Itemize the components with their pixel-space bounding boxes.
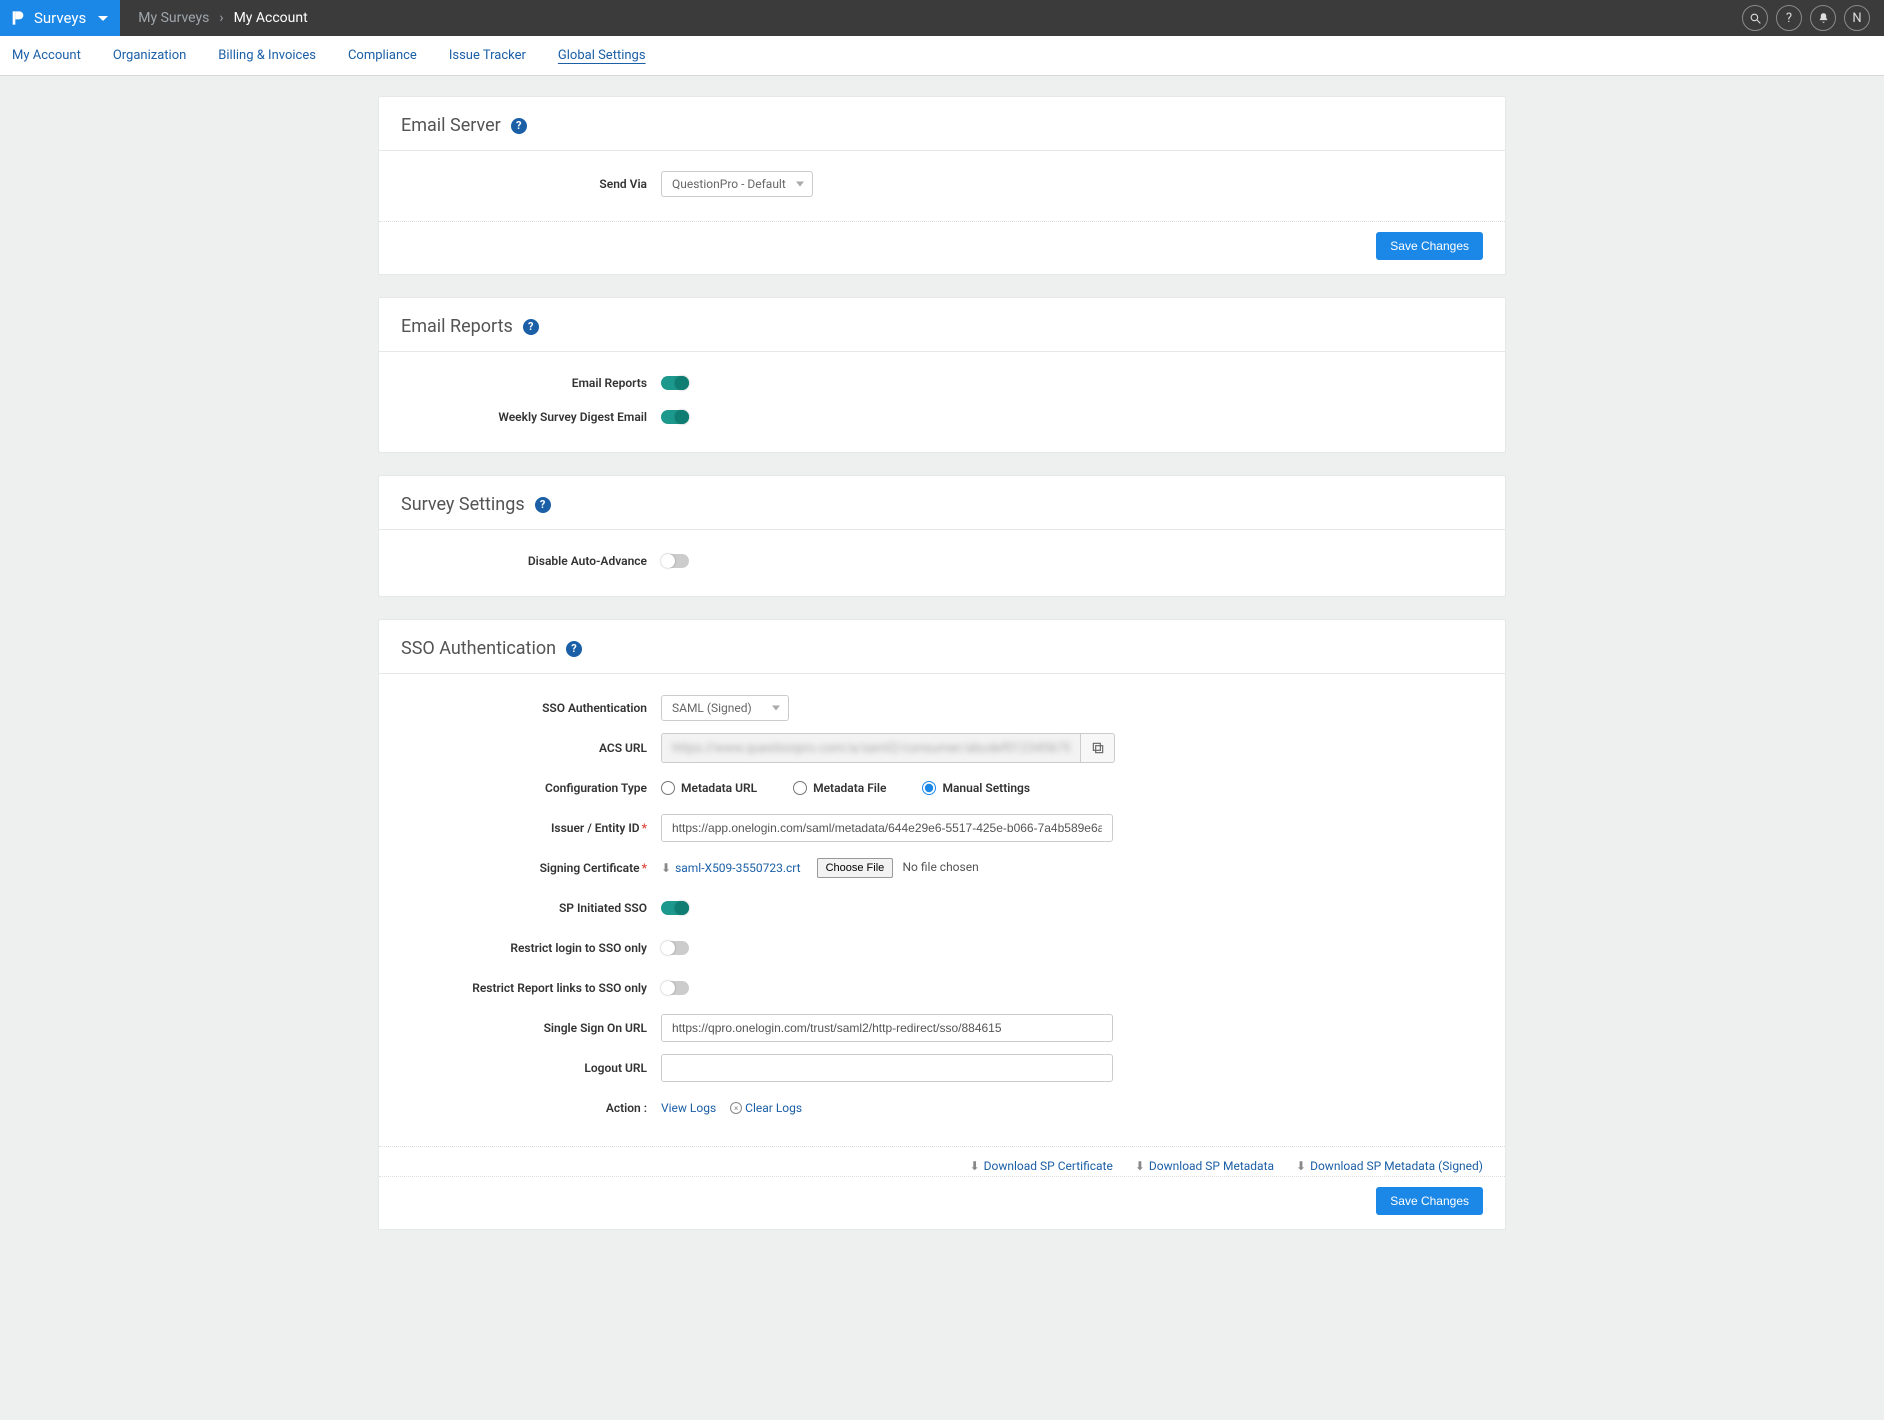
help-button[interactable]: ? (1776, 5, 1802, 31)
email-reports-title: Email Reports (401, 316, 513, 337)
issuer-label: Issuer / Entity ID* (401, 821, 661, 835)
subnav-billing[interactable]: Billing & Invoices (216, 38, 318, 73)
help-icon[interactable]: ? (535, 497, 551, 513)
sso-title: SSO Authentication (401, 638, 556, 659)
config-manual[interactable]: Manual Settings (922, 781, 1030, 795)
email-reports-label: Email Reports (401, 376, 661, 390)
download-sp-metadata[interactable]: ⬇Download SP Metadata (1135, 1159, 1274, 1174)
help-icon[interactable]: ? (566, 641, 582, 657)
brand-dropdown[interactable]: Surveys (0, 0, 120, 36)
survey-settings-panel: Survey Settings ? Disable Auto-Advance (378, 475, 1506, 597)
survey-settings-title: Survey Settings (401, 494, 525, 515)
action-label: Action : (401, 1101, 661, 1115)
clear-icon: × (730, 1102, 742, 1114)
download-icon: ⬇ (970, 1159, 980, 1173)
logout-url-input[interactable] (661, 1054, 1113, 1082)
sp-initiated-toggle[interactable] (661, 901, 689, 915)
topbar: Surveys My Surveys › My Account ? N (0, 0, 1884, 36)
email-server-save-button[interactable]: Save Changes (1376, 232, 1483, 260)
email-server-title: Email Server (401, 115, 501, 136)
restrict-login-label: Restrict login to SSO only (401, 941, 661, 955)
config-metadata-url[interactable]: Metadata URL (661, 781, 757, 795)
sp-initiated-label: SP Initiated SSO (401, 901, 661, 915)
cert-file-link[interactable]: saml-X509-3550723.crt (675, 861, 801, 875)
acs-url-field: https://www.questionpro.com/a/saml2/cons… (661, 733, 1081, 763)
download-icon: ⬇ (661, 861, 671, 875)
disable-auto-advance-label: Disable Auto-Advance (401, 554, 661, 568)
clear-logs-link[interactable]: Clear Logs (745, 1101, 802, 1115)
restrict-login-toggle[interactable] (661, 941, 689, 955)
download-icon: ⬇ (1135, 1159, 1145, 1173)
config-type-label: Configuration Type (401, 781, 661, 795)
logout-url-label: Logout URL (401, 1061, 661, 1075)
breadcrumb-link[interactable]: My Surveys (138, 10, 209, 26)
sso-auth-label: SSO Authentication (401, 701, 661, 715)
breadcrumb-sep-icon: › (219, 10, 223, 26)
subnav-global-settings[interactable]: Global Settings (556, 38, 648, 73)
topbar-right: ? N (1742, 5, 1884, 31)
avatar-button[interactable]: N (1844, 5, 1870, 31)
email-reports-panel: Email Reports ? Email Reports Weekly Sur… (378, 297, 1506, 453)
email-server-panel: Email Server ? Send Via QuestionPro - De… (378, 96, 1506, 275)
subnav-issue-tracker[interactable]: Issue Tracker (447, 38, 528, 73)
cert-download[interactable]: ⬇ saml-X509-3550723.crt (661, 861, 801, 876)
weekly-digest-toggle[interactable] (661, 410, 689, 424)
breadcrumb: My Surveys › My Account (120, 10, 307, 26)
disable-auto-advance-toggle[interactable] (661, 554, 689, 568)
no-file-label: No file chosen (903, 860, 979, 874)
help-icon[interactable]: ? (511, 118, 527, 134)
sso-auth-value: SAML (Signed) (672, 701, 752, 715)
download-icon: ⬇ (1296, 1159, 1306, 1173)
question-icon: ? (1786, 11, 1792, 26)
search-icon (1749, 12, 1762, 25)
sso-panel: SSO Authentication ? SSO Authentication … (378, 619, 1506, 1230)
sso-auth-select[interactable]: SAML (Signed) (661, 695, 789, 721)
caret-down-icon (98, 16, 108, 21)
acs-url-label: ACS URL (401, 741, 661, 755)
issuer-input[interactable] (661, 814, 1113, 842)
choose-file-button[interactable]: Choose File (817, 858, 894, 878)
bell-icon (1817, 12, 1830, 25)
brand-label: Surveys (34, 9, 86, 27)
subnav-organization[interactable]: Organization (111, 38, 188, 73)
breadcrumb-current: My Account (234, 10, 308, 26)
subnav-my-account[interactable]: My Account (10, 38, 83, 73)
notifications-button[interactable] (1810, 5, 1836, 31)
cert-label: Signing Certificate* (401, 861, 661, 875)
restrict-report-label: Restrict Report links to SSO only (401, 981, 661, 995)
send-via-value: QuestionPro - Default (672, 177, 786, 191)
config-type-radio-group: Metadata URL Metadata File Manual Settin… (661, 781, 1030, 795)
sso-url-label: Single Sign On URL (401, 1021, 661, 1035)
download-sp-cert[interactable]: ⬇Download SP Certificate (970, 1159, 1113, 1174)
restrict-report-toggle[interactable] (661, 981, 689, 995)
search-button[interactable] (1742, 5, 1768, 31)
subnav: My Account Organization Billing & Invoic… (0, 36, 1884, 76)
help-icon[interactable]: ? (523, 319, 539, 335)
weekly-digest-label: Weekly Survey Digest Email (401, 410, 661, 424)
page-content: Email Server ? Send Via QuestionPro - De… (378, 76, 1506, 1292)
config-metadata-file[interactable]: Metadata File (793, 781, 886, 795)
send-via-select[interactable]: QuestionPro - Default (661, 171, 813, 197)
email-reports-toggle[interactable] (661, 376, 689, 390)
subnav-compliance[interactable]: Compliance (346, 38, 419, 73)
sso-url-input[interactable] (661, 1014, 1113, 1042)
copy-icon (1091, 741, 1105, 755)
acs-copy-button[interactable] (1081, 733, 1115, 763)
avatar-letter: N (1852, 11, 1861, 26)
sso-save-button[interactable]: Save Changes (1376, 1187, 1483, 1215)
view-logs-link[interactable]: View Logs (661, 1101, 716, 1115)
download-sp-metadata-signed[interactable]: ⬇Download SP Metadata (Signed) (1296, 1159, 1483, 1174)
send-via-label: Send Via (401, 177, 661, 191)
logo-icon (10, 10, 26, 26)
